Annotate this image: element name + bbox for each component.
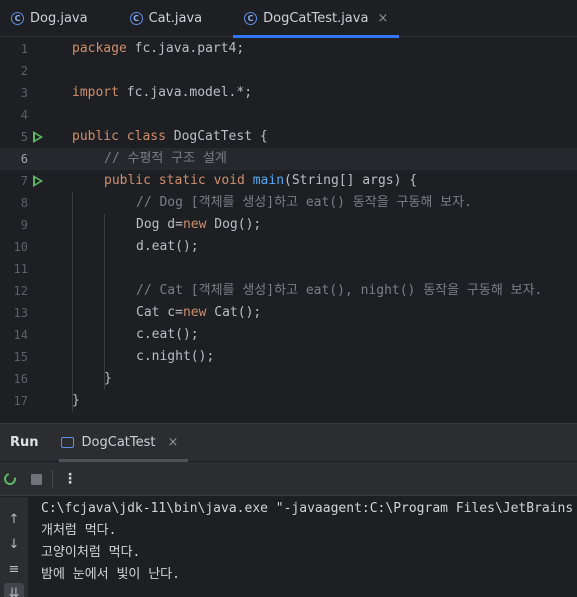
keyword: public static void: [104, 173, 245, 188]
code-line: 5 public class DogCatTest {: [0, 126, 577, 148]
console-line: C:\fcjava\jdk-11\bin\java.exe "-javaagen…: [41, 501, 574, 516]
run-tool-window-header: Run DogCatTest ×: [0, 423, 577, 462]
line-number: 5: [20, 130, 28, 144]
console-line: 개처럼 먹다.: [41, 523, 117, 538]
console-side-toolbar: ↑ ↓ ≡ ⇊: [0, 497, 28, 597]
code-line: 7 public static void main(String[] args)…: [0, 170, 577, 192]
close-icon[interactable]: ×: [168, 435, 179, 450]
tab-label: DogCatTest.java: [263, 11, 369, 26]
console-line: 밤에 눈에서 빛이 난다.: [41, 567, 180, 582]
code-editor[interactable]: 1 package fc.java.part4; 2 3 import fc.j…: [0, 38, 577, 422]
keyword: new: [182, 305, 207, 320]
up-arrow-icon[interactable]: ↑: [4, 509, 24, 529]
line-number: 10: [13, 240, 28, 254]
run-config-icon: [60, 437, 74, 448]
code-text: DogCatTest {: [165, 129, 268, 144]
tab-label: Dog.java: [30, 11, 88, 26]
code-line: 17 }: [0, 390, 577, 412]
more-options-button[interactable]: ⋮: [62, 471, 78, 487]
line-number: 2: [20, 64, 28, 78]
line-number: 8: [20, 196, 28, 210]
code-text: c.eat();: [136, 327, 199, 342]
code-text: (String[] args) {: [284, 173, 418, 188]
code-line: 9 Dog d=new Dog();: [0, 214, 577, 236]
comment: // 수평적 구조 설계: [104, 151, 227, 166]
line-number: 14: [13, 328, 28, 342]
run-toolbar: ⋮: [0, 462, 577, 496]
stop-button[interactable]: [28, 471, 44, 487]
rerun-button[interactable]: [1, 470, 19, 488]
line-number: 13: [13, 306, 28, 320]
line-number: 7: [20, 174, 28, 188]
tab-dogcattest-java[interactable]: C DogCatTest.java ×: [233, 0, 400, 38]
line-number: 6: [20, 152, 28, 166]
run-config-tab[interactable]: DogCatTest ×: [58, 424, 189, 462]
code-text: }: [104, 371, 112, 386]
code-line: 4: [0, 104, 577, 126]
toolbar-divider: [52, 470, 53, 488]
run-main-icon[interactable]: [33, 175, 43, 187]
keyword: package: [72, 41, 127, 56]
code-line: 12 // Cat [객체를 생성]하고 eat(), night() 동작을 …: [0, 280, 577, 302]
code-text: d.eat();: [136, 239, 199, 254]
comment: // Dog [객체를 생성]하고 eat() 동작을 구동해 보자.: [136, 195, 472, 210]
line-number: 1: [20, 42, 28, 56]
stop-icon: [30, 473, 42, 485]
class-icon: C: [11, 12, 24, 25]
run-panel-title: Run: [10, 435, 39, 450]
soft-wrap-icon[interactable]: ≡: [4, 559, 24, 579]
line-number: 16: [13, 372, 28, 386]
keyword: import: [72, 85, 119, 100]
class-icon: C: [129, 12, 143, 25]
console-line: 고양이처럼 먹다.: [41, 545, 141, 560]
run-tab-label: DogCatTest: [81, 435, 156, 450]
tab-dog-java[interactable]: C Dog.java: [0, 0, 99, 37]
line-number: 15: [13, 350, 28, 364]
close-icon[interactable]: ×: [377, 11, 388, 26]
code-line: 15 c.night();: [0, 346, 577, 368]
line-number: 17: [13, 394, 28, 408]
keyword: public class: [72, 129, 166, 144]
code-line: 16 }: [0, 368, 577, 390]
code-line: 2: [0, 60, 577, 82]
keyword: new: [182, 217, 207, 232]
code-text: }: [72, 393, 80, 408]
editor-tab-bar: C Dog.java C Cat.java C DogCatTest.java …: [0, 0, 577, 38]
run-class-icon[interactable]: [33, 131, 43, 143]
code-text: Cat();: [206, 305, 262, 320]
code-text: fc.java.part4;: [126, 41, 245, 56]
code-line-current: 6 // 수평적 구조 설계: [0, 148, 577, 170]
code-text: fc.java.model.*;: [118, 85, 253, 100]
method-name: main: [252, 173, 285, 188]
code-line: 8 // Dog [객체를 생성]하고 eat() 동작을 구동해 보자.: [0, 192, 577, 214]
code-line: 14 c.eat();: [0, 324, 577, 346]
comment: // Cat [객체를 생성]하고 eat(), night() 동작을 구동해…: [136, 283, 543, 298]
line-number: 9: [20, 218, 28, 232]
line-number: 12: [13, 284, 28, 298]
code-text: Cat c=: [136, 305, 183, 320]
line-number: 3: [20, 86, 28, 100]
class-icon: C: [244, 12, 258, 25]
code-line: 1 package fc.java.part4;: [0, 38, 577, 60]
code-text: c.night();: [136, 349, 215, 364]
code-line: 13 Cat c=new Cat();: [0, 302, 577, 324]
code-text: Dog d=: [136, 217, 183, 232]
code-text: Dog();: [206, 217, 262, 232]
scroll-to-end-icon[interactable]: ⇊: [4, 583, 24, 597]
line-number: 4: [20, 108, 28, 122]
tab-label: Cat.java: [148, 11, 203, 26]
code-line: 3 import fc.java.model.*;: [0, 82, 577, 104]
code-line: 11: [0, 258, 577, 280]
down-arrow-icon[interactable]: ↓: [4, 534, 24, 554]
rerun-icon: [1, 470, 19, 488]
line-number: 11: [13, 262, 28, 276]
code-line: 10 d.eat();: [0, 236, 577, 258]
console-output[interactable]: C:\fcjava\jdk-11\bin\java.exe "-javaagen…: [28, 497, 577, 597]
tab-cat-java[interactable]: C Cat.java: [119, 0, 214, 37]
